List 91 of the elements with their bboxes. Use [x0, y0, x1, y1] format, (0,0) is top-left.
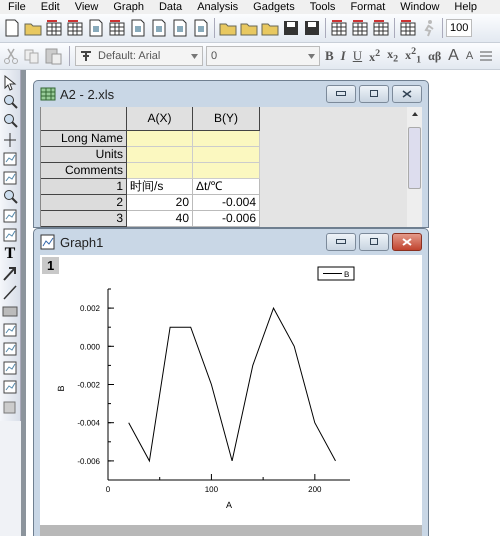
label-cell	[127, 163, 193, 179]
tick-label: -0.002	[77, 380, 100, 390]
menu-item[interactable]: Analysis	[197, 1, 238, 13]
scroll-thumb[interactable]	[408, 127, 421, 189]
restore-icon	[369, 90, 379, 98]
table-cell: 40	[127, 211, 193, 227]
minimize-button[interactable]	[326, 85, 356, 103]
minimize-button[interactable]	[326, 233, 356, 251]
restore-icon	[369, 238, 379, 246]
row-header[interactable]: Units	[41, 147, 127, 163]
restore-button[interactable]	[359, 85, 389, 103]
font-icon	[80, 50, 92, 62]
table-cell: -0.006	[193, 211, 260, 227]
tick-label: -0.006	[77, 456, 100, 466]
minimize-icon	[336, 91, 346, 97]
layer-tab[interactable]: 1	[42, 257, 60, 274]
format-button[interactable]: I	[338, 48, 348, 64]
row-header[interactable]: Comments	[41, 163, 127, 179]
label-cell	[193, 131, 260, 147]
menu-item[interactable]: Gadgets	[253, 1, 295, 13]
row-header[interactable]: 2	[41, 195, 127, 211]
close-button[interactable]	[392, 233, 422, 251]
column-header[interactable]: A(X)	[127, 107, 193, 131]
axis-title: A	[226, 500, 232, 510]
label-cell	[193, 163, 260, 179]
zoom-out-icon[interactable]	[2, 112, 18, 130]
format-button[interactable]: A	[464, 50, 476, 62]
save-icon[interactable]	[281, 18, 301, 38]
chart-icon[interactable]	[2, 207, 18, 225]
format-button[interactable]: U	[350, 48, 364, 64]
scrollbar[interactable]	[407, 107, 422, 227]
label-cell	[127, 131, 193, 147]
menu-item[interactable]: Help	[454, 1, 478, 13]
menu-item[interactable]: Tools	[310, 1, 336, 13]
axis-title: B	[56, 386, 66, 392]
format-button[interactable]: A	[446, 47, 461, 65]
chart-icon[interactable]	[2, 359, 18, 377]
table-cell: -0.004	[193, 195, 260, 211]
table-cell: 20	[127, 195, 193, 211]
tick-label: 0	[106, 485, 110, 494]
tick-label: 100	[204, 485, 218, 494]
tick-label: 0.000	[80, 342, 100, 352]
menu-item[interactable]: File	[8, 1, 26, 13]
label-cell	[193, 147, 260, 163]
format-button[interactable]: αβ	[426, 48, 444, 64]
font-dropdown[interactable]: Default: Arial	[75, 46, 203, 66]
close-icon	[402, 238, 412, 246]
menu-item[interactable]: Graph	[113, 1, 144, 13]
line-icon[interactable]	[2, 283, 18, 301]
size-dropdown[interactable]: 0	[206, 46, 320, 66]
menu-item[interactable]: Window	[400, 1, 440, 13]
menu-item[interactable]: Data	[158, 1, 182, 13]
row-header[interactable]: 3	[41, 211, 127, 227]
close-button[interactable]	[392, 85, 422, 103]
arrow-icon[interactable]	[2, 264, 18, 282]
column-header[interactable]: B(Y)	[193, 107, 260, 131]
format-button[interactable]: B	[323, 48, 336, 64]
restore-button[interactable]	[359, 233, 389, 251]
legend-label: B	[344, 270, 350, 279]
label-cell	[127, 147, 193, 163]
menu-item[interactable]: Format	[350, 1, 386, 13]
lens-icon[interactable]	[2, 188, 18, 206]
crosshair-icon[interactable]	[2, 131, 18, 149]
close-icon	[402, 90, 412, 98]
caret-icon	[308, 54, 315, 58]
row-header[interactable]: Long Name	[41, 131, 127, 147]
table-cell: 时间/s	[127, 179, 193, 195]
row-header[interactable]: 1	[41, 179, 127, 195]
graph-icon	[40, 234, 56, 250]
zoom-field[interactable]: 100	[446, 19, 472, 37]
worksheet-icon	[40, 87, 56, 101]
format-button[interactable]: x$_{2}$	[385, 47, 400, 65]
window-title: Graph1	[60, 234, 104, 250]
format-button[interactable]: x$^{2}$	[367, 48, 382, 64]
tick-label: 200	[308, 485, 322, 494]
tick-label: 0.002	[80, 304, 100, 314]
pointer-icon[interactable]	[2, 74, 18, 92]
caret-icon	[191, 54, 198, 58]
save-icon[interactable]	[302, 18, 322, 38]
corner-cell[interactable]	[41, 107, 127, 131]
menu-item[interactable]: View	[74, 1, 98, 13]
menu-item[interactable]: Edit	[40, 1, 60, 13]
legend: B	[318, 266, 354, 280]
paste-icon[interactable]	[44, 47, 64, 65]
tick-label: -0.004	[77, 418, 100, 428]
scroll-up-icon[interactable]	[410, 111, 418, 117]
minimize-icon	[336, 239, 346, 245]
table-cell: Δt/℃	[193, 179, 260, 195]
zoom-in-icon[interactable]	[2, 93, 18, 111]
text-tool[interactable]: T	[4, 245, 16, 263]
window-title: A2 - 2.xls	[60, 86, 114, 102]
